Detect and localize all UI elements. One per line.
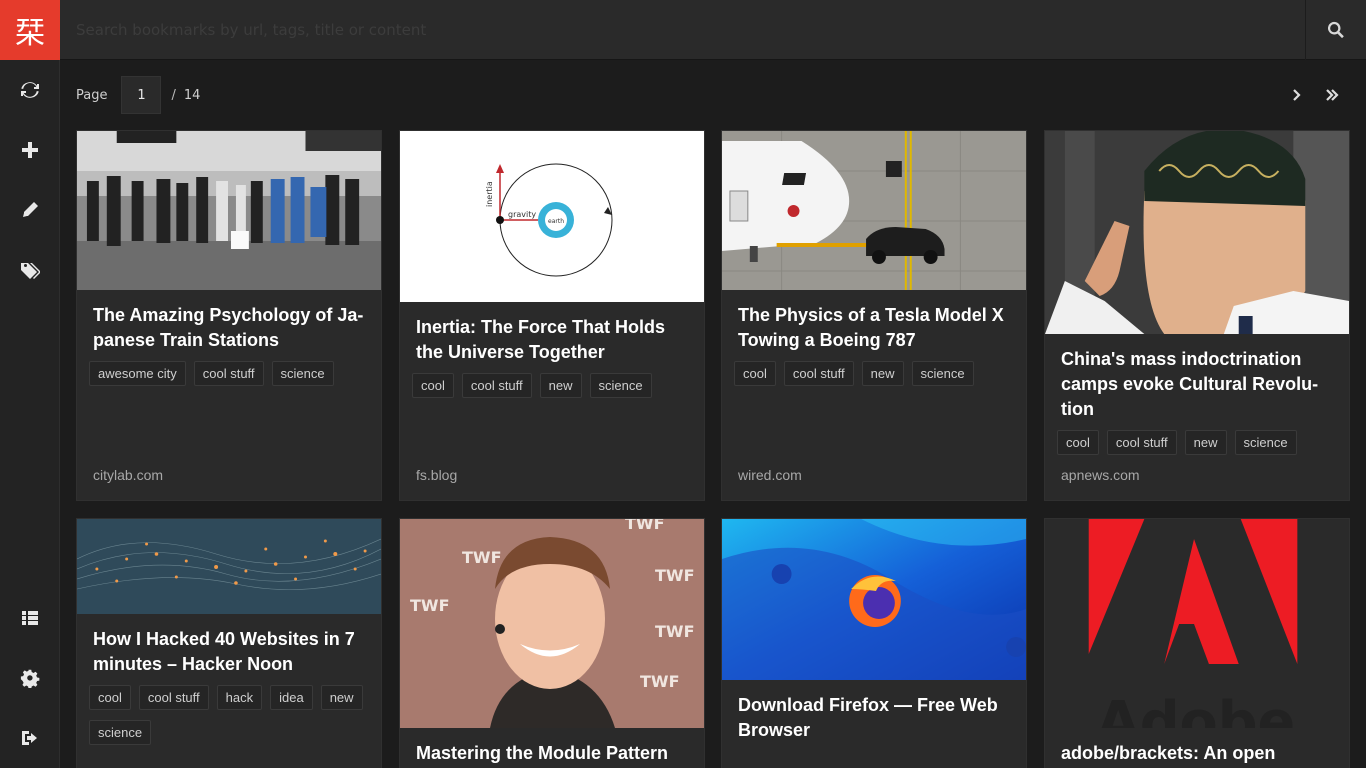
double-chevron-right-icon bbox=[1326, 89, 1339, 101]
bookmark-domain: fs.blog bbox=[416, 467, 458, 483]
bookmark-card[interactable]: Download Firefox — Free Web Browser bbox=[721, 518, 1027, 768]
pagination: Page / 14 bbox=[76, 76, 200, 114]
bookmark-card[interactable]: How I Hacked 40 Websites in 7 minutes – … bbox=[76, 518, 382, 768]
search-button[interactable] bbox=[1305, 0, 1366, 60]
bookmark-domain: wired.com bbox=[738, 467, 802, 483]
bookmark-thumbnail: Adobe bbox=[1045, 519, 1349, 728]
tag-list: cool cool stuff new science bbox=[412, 373, 694, 398]
sidebar: 栞 bbox=[0, 0, 60, 768]
bookmark-title[interactable]: How I Hacked 40 Websites in 7 minutes – … bbox=[93, 627, 367, 677]
tag-list: cool cool stuff hack idea new science bbox=[89, 685, 371, 745]
bookmark-title[interactable]: The Physics of a Tesla Model X Towing a … bbox=[738, 303, 1012, 353]
logout-button[interactable] bbox=[0, 708, 60, 768]
tag[interactable]: cool bbox=[1057, 430, 1099, 455]
refresh-icon bbox=[21, 82, 39, 98]
bookmark-thumbnail bbox=[77, 519, 381, 614]
bookmark-card[interactable]: The Physics of a Tesla Model X Towing a … bbox=[721, 130, 1027, 501]
bookmark-thumbnail bbox=[722, 519, 1026, 680]
bookmark-thumbnail: inertia gravity earth bbox=[400, 131, 704, 302]
tag[interactable]: cool bbox=[734, 361, 776, 386]
bookmark-domain: citylab.com bbox=[93, 467, 164, 483]
tag[interactable]: new bbox=[320, 685, 363, 710]
tag[interactable]: idea bbox=[270, 685, 313, 710]
tag[interactable]: cool stuff bbox=[1106, 430, 1177, 455]
bookmark-title[interactable]: Download Firefox — Free Web Browser bbox=[738, 693, 1012, 743]
tag-list: cool cool stuff new science bbox=[1057, 430, 1339, 455]
next-page-button[interactable] bbox=[1281, 80, 1311, 110]
bookmark-thumbnail bbox=[722, 131, 1026, 290]
refresh-button[interactable] bbox=[0, 60, 60, 120]
last-page-button[interactable] bbox=[1317, 80, 1347, 110]
image-text-adobe: Adobe bbox=[1097, 690, 1296, 728]
page-number-input[interactable] bbox=[121, 76, 162, 114]
bookmark-title[interactable]: China's mass indoctrination camps evoke … bbox=[1061, 347, 1335, 422]
edit-button[interactable] bbox=[0, 180, 60, 240]
image-text-inertia: inertia bbox=[485, 181, 494, 207]
sign-out-icon bbox=[22, 731, 37, 745]
list-icon bbox=[22, 611, 38, 625]
tag[interactable]: science bbox=[589, 373, 652, 398]
plus-icon bbox=[22, 142, 38, 158]
app-logo[interactable]: 栞 bbox=[0, 0, 60, 60]
bookmark-card[interactable]: The Amazing Psychology of Ja-panese Trai… bbox=[76, 130, 382, 501]
bookmark-title[interactable]: adobe/brackets: An open source bbox=[1061, 741, 1335, 768]
tag[interactable]: hack bbox=[216, 685, 263, 710]
settings-button[interactable] bbox=[0, 648, 60, 708]
search-icon bbox=[1327, 21, 1344, 39]
image-text-brand: TWF bbox=[655, 622, 695, 641]
logo-glyph: 栞 bbox=[15, 16, 45, 51]
tag-list: cool cool stuff new science bbox=[734, 361, 1016, 386]
image-text-gravity: gravity bbox=[508, 210, 536, 219]
tags-button[interactable] bbox=[0, 240, 60, 300]
tag[interactable]: new bbox=[861, 361, 904, 386]
tag[interactable]: new bbox=[1184, 430, 1227, 455]
tag[interactable]: science bbox=[89, 720, 152, 745]
tag[interactable]: cool bbox=[412, 373, 454, 398]
bookmark-domain: apnews.com bbox=[1061, 467, 1140, 483]
pencil-icon bbox=[23, 202, 38, 217]
image-text-brand: TWF bbox=[410, 596, 450, 615]
tag-list: awesome city cool stuff science bbox=[89, 361, 371, 386]
tag[interactable]: science bbox=[271, 361, 334, 386]
image-text-brand: TWF bbox=[462, 548, 502, 567]
page-separator: / bbox=[171, 87, 176, 103]
chevron-right-icon bbox=[1293, 89, 1301, 101]
page-total: 14 bbox=[183, 87, 201, 103]
bookmark-title[interactable]: Inertia: The Force That Holds the Univer… bbox=[416, 315, 690, 365]
search-input[interactable] bbox=[60, 0, 1305, 60]
image-text-earth: earth bbox=[548, 218, 564, 225]
tag[interactable]: awesome city bbox=[89, 361, 186, 386]
tag[interactable]: science bbox=[911, 361, 974, 386]
image-text-brand: TWF bbox=[625, 519, 665, 533]
bookmark-thumbnail: TWF TWF TWF TWF TWF TWF bbox=[400, 519, 704, 728]
bookmark-card[interactable]: China's mass indoctrination camps evoke … bbox=[1044, 130, 1350, 501]
image-text-brand: TWF bbox=[655, 566, 695, 585]
bookmark-title[interactable]: The Amazing Psychology of Ja-panese Trai… bbox=[93, 303, 367, 353]
tag[interactable]: science bbox=[1234, 430, 1297, 455]
add-bookmark-button[interactable] bbox=[0, 120, 60, 180]
top-bar bbox=[60, 0, 1366, 60]
page-label: Page bbox=[76, 87, 108, 103]
gear-icon bbox=[20, 669, 40, 688]
tag[interactable]: cool stuff bbox=[193, 361, 264, 386]
tag[interactable]: cool stuff bbox=[783, 361, 854, 386]
bookmark-card[interactable]: inertia gravity earth Inertia: The Force… bbox=[399, 130, 705, 501]
image-text-brand: TWF bbox=[640, 672, 680, 691]
bookmark-thumbnail bbox=[77, 131, 381, 290]
bookmark-card[interactable]: Adobe adobe/brackets: An open source bbox=[1044, 518, 1350, 768]
bookmark-thumbnail bbox=[1045, 131, 1349, 334]
bookmark-title[interactable]: Mastering the Module Pattern bbox=[416, 741, 690, 766]
bookmark-card[interactable]: TWF TWF TWF TWF TWF TWF Mastering the Mo… bbox=[399, 518, 705, 768]
tags-icon bbox=[21, 263, 40, 279]
tag[interactable]: cool stuff bbox=[138, 685, 209, 710]
tag[interactable]: cool bbox=[89, 685, 131, 710]
tag[interactable]: cool stuff bbox=[461, 373, 532, 398]
tag[interactable]: new bbox=[539, 373, 582, 398]
list-view-button[interactable] bbox=[0, 588, 60, 648]
